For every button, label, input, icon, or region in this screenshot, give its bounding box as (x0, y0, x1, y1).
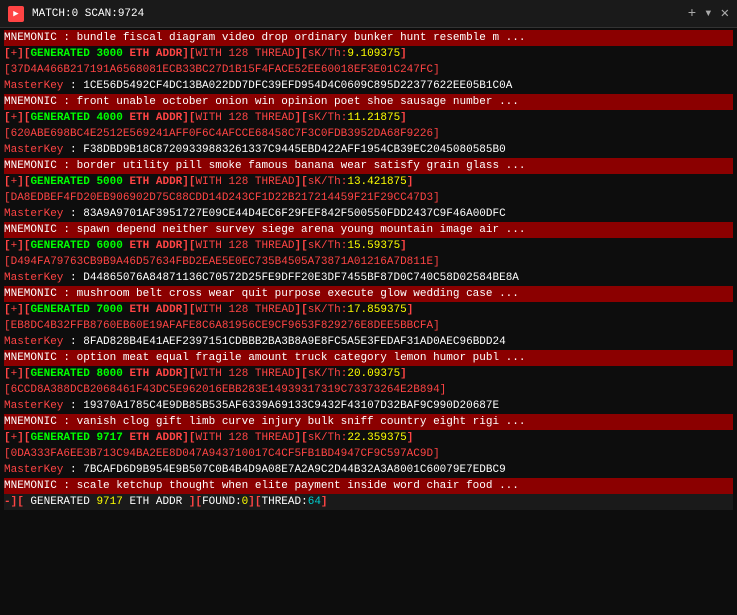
terminal-line: MasterKey : 7BCAFD6D9B954E9B507C0B4B4D9A… (4, 462, 733, 478)
new-tab-button[interactable]: + (688, 6, 696, 22)
terminal-line: [+][GENERATED 5000 ETH ADDR][WITH 128 TH… (4, 174, 733, 190)
title-bar: ▶ MATCH:0 SCAN:9724 + ▾ ✕ (0, 0, 737, 28)
addr-line: [620ABE698BC4E2512E569241AFF0F6C4AFCCE68… (4, 126, 733, 142)
addr-line: [37D4A466B217191A6568081ECB33BC27D1B15F4… (4, 62, 733, 78)
addr-line: [EB8DC4B32FFB8760EB60E19AFAFE8C6A81956CE… (4, 318, 733, 334)
terminal-line: MNEMONIC : border utility pill smoke fam… (4, 158, 733, 174)
terminal-line: MasterKey : 1CE56D5492CF4DC13BA022DD7DFC… (4, 78, 733, 94)
tab-menu-button[interactable]: ▾ (704, 5, 712, 22)
terminal-line: [+][GENERATED 7000 ETH ADDR][WITH 128 TH… (4, 302, 733, 318)
terminal-line: MasterKey : D44865076A84871136C70572D25F… (4, 270, 733, 286)
addr-line: [6CCD8A388DCB2068461F43DC5E962016EBB283E… (4, 382, 733, 398)
terminal-line: MNEMONIC : mushroom belt cross wear quit… (4, 286, 733, 302)
terminal-line: [+][GENERATED 9717 ETH ADDR][WITH 128 TH… (4, 430, 733, 446)
terminal-line: MNEMONIC : spawn depend neither survey s… (4, 222, 733, 238)
terminal-line: MNEMONIC : bundle fiscal diagram video d… (4, 30, 733, 46)
terminal-line: MNEMONIC : vanish clog gift limb curve i… (4, 414, 733, 430)
terminal-line: MNEMONIC : scale ketchup thought when el… (4, 478, 733, 494)
addr-line: [D494FA79763CB9B9A46D57634FBD2EAE5E0EC73… (4, 254, 733, 270)
terminal-line: -][ GENERATED 9717 ETH ADDR ][FOUND:0][T… (4, 494, 733, 510)
terminal-line: [+][GENERATED 4000 ETH ADDR][WITH 128 TH… (4, 110, 733, 126)
terminal-line: MasterKey : F38DBD9B18C87209339883261337… (4, 142, 733, 158)
close-button[interactable]: ✕ (721, 5, 729, 22)
terminal-line: MNEMONIC : front unable october onion wi… (4, 94, 733, 110)
terminal-line: [+][GENERATED 8000 ETH ADDR][WITH 128 TH… (4, 366, 733, 382)
terminal-line: [+][GENERATED 6000 ETH ADDR][WITH 128 TH… (4, 238, 733, 254)
addr-line: [0DA333FA6EE3B713C94BA2EE8D047A943710017… (4, 446, 733, 462)
terminal-line: MasterKey : 8FAD828B4E41AEF2397151CDBBB2… (4, 334, 733, 350)
terminal-content: MNEMONIC : bundle fiscal diagram video d… (0, 28, 737, 615)
terminal-line: MasterKey : 83A9A9701AF3951727E09CE44D4E… (4, 206, 733, 222)
addr-line: [DA8EDBEF4FD20EB906902D75C88CDD14D243CF1… (4, 190, 733, 206)
app-icon: ▶ (8, 6, 24, 22)
terminal-line: [+][GENERATED 3000 ETH ADDR][WITH 128 TH… (4, 46, 733, 62)
terminal-line: MNEMONIC : option meat equal fragile amo… (4, 350, 733, 366)
title-text: MATCH:0 SCAN:9724 (32, 8, 680, 20)
terminal-line: MasterKey : 19370A1785C4E9DB85B535AF6339… (4, 398, 733, 414)
